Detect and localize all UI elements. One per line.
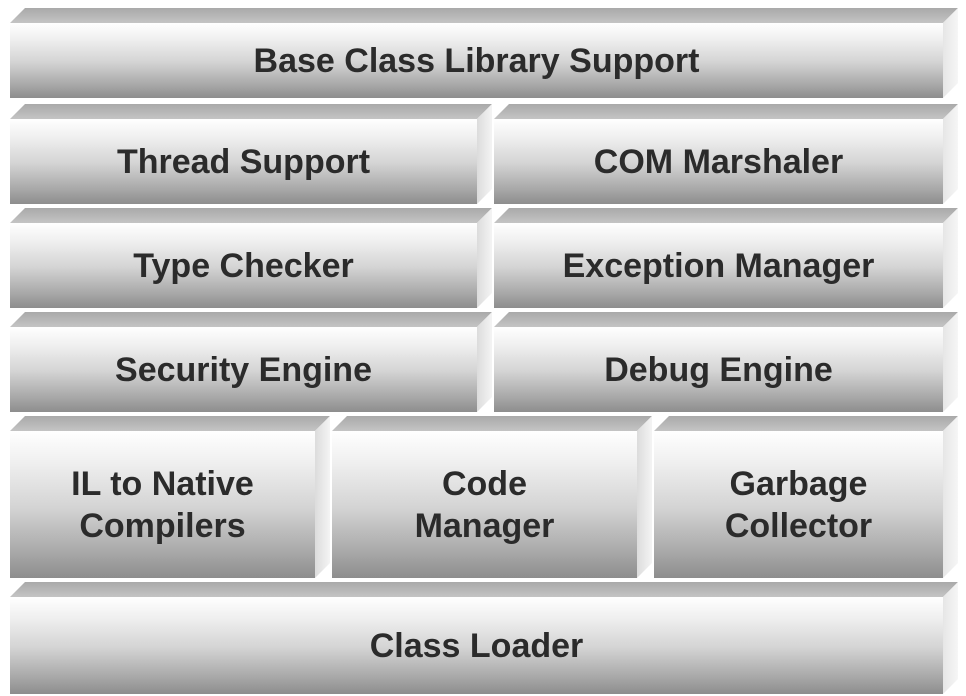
block-top-bevel [494,104,958,119]
block-top-bevel [494,312,958,327]
block-base-class-library-support: Base Class Library Support [10,8,958,98]
block-face: Exception Manager [494,223,943,308]
block-debug-engine: Debug Engine [494,312,958,412]
block-face: IL to Native Compilers [10,431,315,578]
block-label: Debug Engine [604,350,833,389]
block-il-to-native-compilers: IL to Native Compilers [10,416,330,578]
block-side-bevel [477,104,492,204]
block-top-bevel [10,208,492,223]
block-label: Exception Manager [562,246,875,285]
block-top-bevel [10,104,492,119]
block-side-bevel [943,416,958,578]
block-top-bevel [332,416,652,431]
block-exception-manager: Exception Manager [494,208,958,308]
block-label: Garbage Collector [724,464,873,545]
block-face: Garbage Collector [654,431,943,578]
block-side-bevel [477,312,492,412]
block-side-bevel [943,312,958,412]
block-side-bevel [315,416,330,578]
block-code-manager: Code Manager [332,416,652,578]
block-side-bevel [943,208,958,308]
block-side-bevel [943,582,958,694]
block-side-bevel [477,208,492,308]
block-top-bevel [10,582,958,597]
block-face: COM Marshaler [494,119,943,204]
block-thread-support: Thread Support [10,104,492,204]
block-label: Code Manager [414,464,555,545]
block-face: Debug Engine [494,327,943,412]
block-side-bevel [943,104,958,204]
block-label: COM Marshaler [593,142,844,181]
block-side-bevel [943,8,958,98]
block-label: Base Class Library Support [253,41,700,80]
block-label: Security Engine [115,350,372,389]
block-type-checker: Type Checker [10,208,492,308]
block-top-bevel [494,208,958,223]
block-label: Thread Support [116,142,371,181]
block-face: Class Loader [10,597,943,694]
block-side-bevel [637,416,652,578]
block-security-engine: Security Engine [10,312,492,412]
block-label: Class Loader [369,626,584,665]
block-top-bevel [654,416,958,431]
block-label: Type Checker [133,246,354,285]
block-top-bevel [10,416,330,431]
block-face: Base Class Library Support [10,23,943,98]
block-com-marshaler: COM Marshaler [494,104,958,204]
block-top-bevel [10,312,492,327]
block-face: Code Manager [332,431,637,578]
block-face: Security Engine [10,327,477,412]
block-class-loader: Class Loader [10,582,958,694]
block-label: IL to Native Compilers [71,464,254,545]
block-garbage-collector: Garbage Collector [654,416,958,578]
block-face: Thread Support [10,119,477,204]
block-top-bevel [10,8,958,23]
block-face: Type Checker [10,223,477,308]
